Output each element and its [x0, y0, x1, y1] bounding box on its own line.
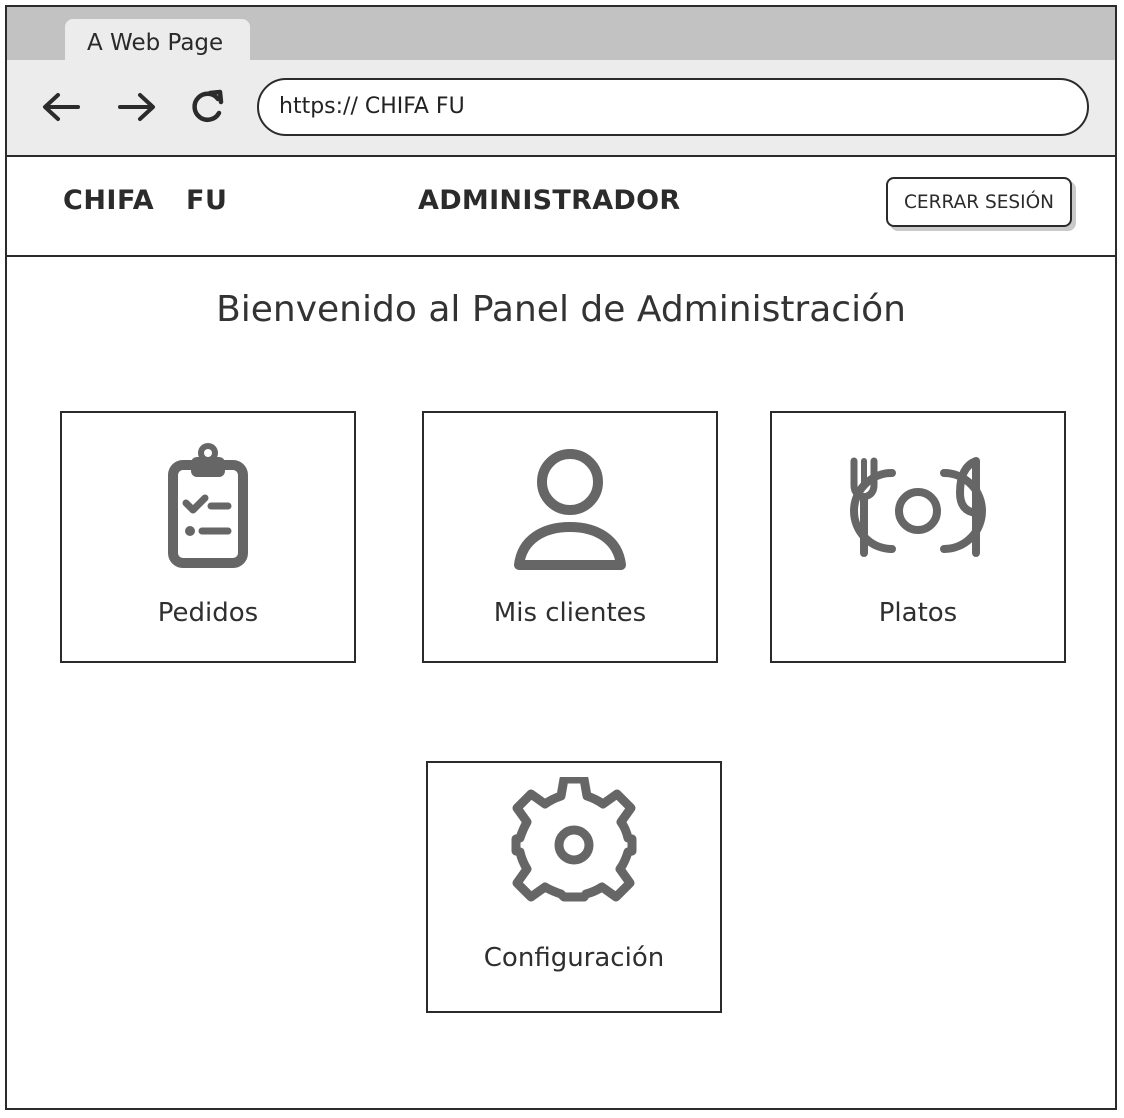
browser-tab[interactable]: A Web Page: [65, 19, 250, 60]
reload-icon: [192, 89, 224, 123]
plate-cutlery-icon: [850, 457, 986, 557]
tab-strip: A Web Page: [7, 7, 1115, 60]
browser-window: A Web Page https:// CHIFA FU CHIFA FU AD…: [5, 5, 1117, 1110]
clipboard-checklist-icon: [168, 443, 248, 568]
browser-chrome: A Web Page https:// CHIFA FU: [7, 7, 1115, 157]
role-title: ADMINISTRADOR: [418, 185, 681, 216]
forward-button[interactable]: [115, 85, 159, 129]
card-label: Configuración: [483, 943, 665, 973]
reload-button[interactable]: [185, 85, 229, 129]
arrow-left-icon: [43, 93, 80, 121]
page-title: Bienvenido al Panel de Administración: [216, 289, 906, 330]
gear-icon: [511, 777, 637, 902]
card-pedidos[interactable]: Pedidos: [60, 411, 356, 663]
app-header: CHIFA FU ADMINISTRADOR CERRAR SESIÓN: [7, 155, 1115, 257]
brand-name: CHIFA FU: [63, 185, 228, 216]
card-label: Pedidos: [157, 598, 259, 628]
url-bar[interactable]: https:// CHIFA FU: [257, 78, 1089, 136]
card-label: Platos: [878, 598, 958, 628]
back-button[interactable]: [39, 85, 83, 129]
card-platos[interactable]: Platos: [770, 411, 1066, 663]
user-icon: [514, 449, 626, 570]
card-label: Mis clientes: [493, 598, 647, 628]
card-configuracion[interactable]: Configuración: [426, 761, 722, 1013]
logout-button[interactable]: CERRAR SESIÓN: [886, 177, 1072, 227]
card-mis-clientes[interactable]: Mis clientes: [422, 411, 718, 663]
arrow-right-icon: [118, 93, 155, 121]
